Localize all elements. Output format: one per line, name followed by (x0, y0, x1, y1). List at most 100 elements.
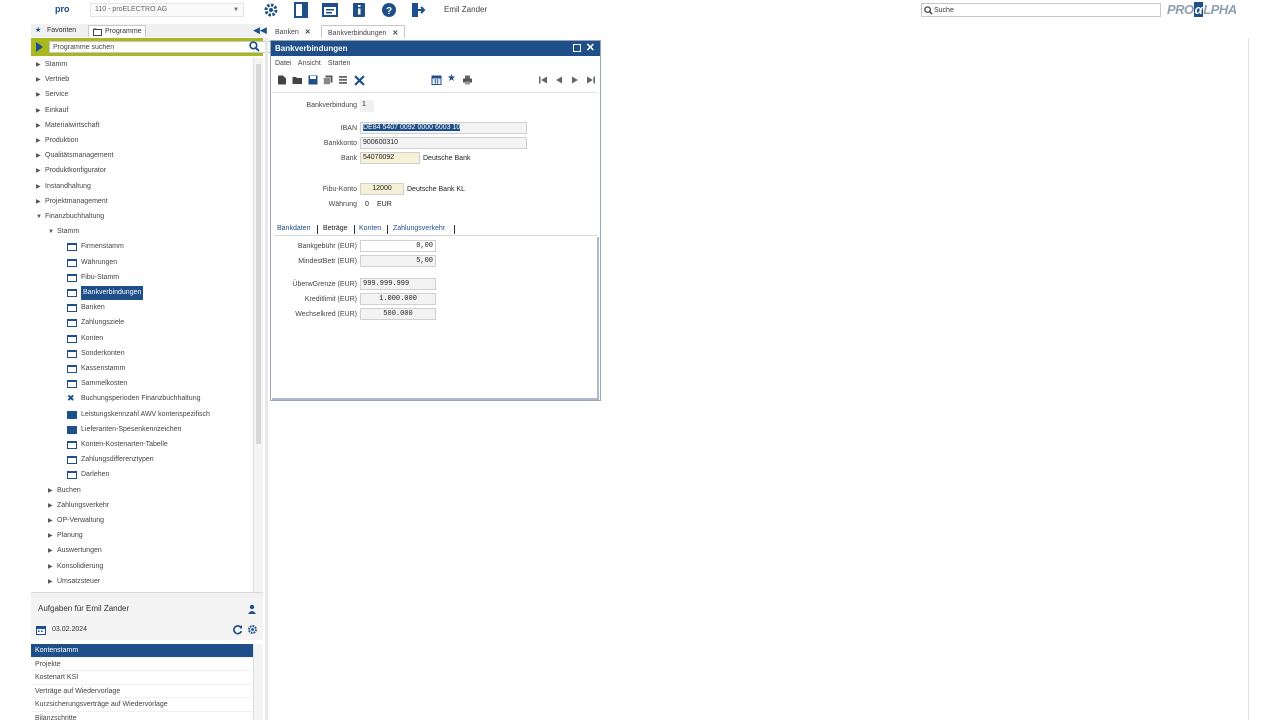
tab-favorites[interactable]: ★ Favoriten (31, 25, 79, 37)
tree-item-währungen[interactable]: Währungen (67, 256, 117, 270)
tree-item-kassenstamm[interactable]: Kassenstamm (67, 362, 125, 376)
collapsed-arrow-icon[interactable]: ▶ (48, 484, 53, 498)
close-icon[interactable]: ✕ (392, 30, 398, 37)
exit-icon[interactable] (410, 2, 426, 18)
collapsed-arrow-icon[interactable]: ▶ (36, 164, 41, 178)
iban-field[interactable]: DE84 5407 0092 0000 6003 10 (360, 122, 527, 134)
tree-item-stamm[interactable]: ▼ Stamm (48, 225, 79, 239)
expanded-arrow-icon[interactable]: ▼ (48, 225, 54, 239)
tree-item-konsolidierung[interactable]: ▶ Konsolidierung (48, 560, 103, 574)
tree-item-op-verwaltung[interactable]: ▶ OP-Verwaltung (48, 514, 104, 528)
last-record-icon[interactable] (586, 75, 596, 85)
collapsed-arrow-icon[interactable]: ▶ (48, 544, 53, 558)
maximize-icon[interactable] (573, 44, 581, 52)
collapsed-arrow-icon[interactable]: ▶ (48, 514, 53, 528)
gear-icon[interactable] (247, 624, 258, 635)
kreditlimit-field[interactable]: 1.000.000 (360, 293, 436, 305)
global-search-input[interactable] (934, 5, 1154, 15)
collapsed-arrow-icon[interactable]: ▶ (48, 560, 53, 574)
collapsed-arrow-icon[interactable]: ▶ (48, 575, 53, 589)
tree-item-produktion[interactable]: ▶ Produktion (36, 134, 78, 148)
menu-datei[interactable]: Datei (275, 60, 291, 67)
task-item[interactable]: Verträge auf Wiedervorlage (31, 685, 253, 698)
collapsed-arrow-icon[interactable]: ▶ (36, 134, 41, 148)
collapsed-arrow-icon[interactable]: ▶ (36, 119, 41, 133)
tree-item-zahlungsverkehr[interactable]: ▶ Zahlungsverkehr (48, 499, 109, 513)
tree-item-zahlungsdifferenztypen[interactable]: Zahlungsdifferenztypen (67, 453, 154, 467)
tree-item-buchungsperioden-finanzbuchhaltung[interactable]: ✖ Buchungsperioden Finanzbuchhaltung (67, 392, 200, 406)
user-icon[interactable] (247, 604, 257, 614)
task-item[interactable]: Kontenstamm (31, 644, 253, 658)
info-icon[interactable] (351, 2, 367, 18)
tree-item-stamm[interactable]: ▶ Stamm (36, 58, 67, 72)
tree-item-service[interactable]: ▶ Service (36, 88, 68, 102)
tree-item-materialwirtschaft[interactable]: ▶ Materialwirtschaft (36, 119, 99, 133)
collapsed-arrow-icon[interactable]: ▶ (48, 529, 53, 543)
expanded-arrow-icon[interactable]: ▼ (36, 210, 42, 224)
layout-icon[interactable] (293, 2, 309, 18)
collapsed-arrow-icon[interactable]: ▶ (48, 499, 53, 513)
tree-item-konten[interactable]: Konten (67, 332, 103, 346)
close-icon[interactable]: ✕ (586, 41, 595, 54)
tab-betraege[interactable]: Beträge (323, 225, 348, 232)
help-icon[interactable]: ? (381, 2, 397, 18)
refresh-icon[interactable] (232, 624, 243, 635)
obergrenze-field[interactable]: 999.999.999 (360, 278, 436, 290)
collapsed-arrow-icon[interactable]: ▶ (36, 195, 41, 209)
collapsed-arrow-icon[interactable]: ▶ (36, 73, 41, 87)
tree-item-qualitätsmanagement[interactable]: ▶ Qualitätsmanagement (36, 149, 113, 163)
tree-item-lieferanten-spesenkennzeichen[interactable]: Lieferanten-Spesenkennzeichen (67, 423, 181, 437)
tab-bankdaten[interactable]: Bankdaten (277, 225, 310, 232)
star-icon[interactable]: ★ (447, 73, 456, 84)
menu-starten[interactable]: Starten (328, 60, 351, 67)
wechselkredit-field[interactable]: 500.000 (360, 308, 436, 320)
task-item[interactable]: Kostenart KSI (31, 671, 253, 685)
tree-item-bankverbindungen[interactable]: Bankverbindungen (67, 286, 144, 300)
tasks-scrollbar[interactable] (253, 644, 263, 720)
tree-item-umsatzsteuer[interactable]: ▶ Umsatzsteuer (48, 575, 100, 589)
print-icon[interactable] (462, 75, 473, 85)
close-icon[interactable]: ✕ (305, 29, 311, 36)
tree-item-konten-kostenarten-tabelle[interactable]: Konten-Kostenarten-Tabelle (67, 438, 168, 452)
calendar-icon[interactable] (431, 75, 442, 85)
tree-scrollbar[interactable] (253, 58, 263, 592)
tab-programs[interactable]: Programme (88, 25, 146, 37)
delete-icon[interactable] (354, 75, 365, 86)
bank-field[interactable]: 54070092 (360, 152, 420, 164)
panel-icon[interactable] (322, 2, 338, 18)
previous-record-icon[interactable] (554, 75, 564, 85)
bankverbindung-field[interactable]: 1 (360, 100, 374, 112)
first-record-icon[interactable] (538, 75, 548, 85)
task-item[interactable]: Projekte (31, 658, 253, 671)
tab-zahlungsverkehr[interactable]: Zahlungsverkehr (393, 225, 445, 232)
doc-tab-bankverbindungen[interactable]: Bankverbindungen ✕ (321, 25, 406, 38)
tree-item-finanzbuchhaltung[interactable]: ▼ Finanzbuchhaltung (36, 210, 104, 224)
collapsed-arrow-icon[interactable]: ▶ (36, 58, 41, 72)
tree-item-auswertungen[interactable]: ▶ Auswertungen (48, 544, 102, 558)
collapsed-arrow-icon[interactable]: ▶ (36, 149, 41, 163)
tree-item-darlehen[interactable]: Darlehen (67, 468, 109, 482)
save-icon[interactable] (308, 75, 318, 85)
tree-item-leistungskennzahl-awv-kontenspezifisch[interactable]: Leistungskennzahl AWV kontenspezifisch (67, 408, 210, 422)
task-item[interactable]: Kurzsicherungsverträge auf Wiedervorlage (31, 698, 253, 712)
tree-item-planung[interactable]: ▶ Planung (48, 529, 83, 543)
bankkonto-field[interactable]: 900600310 (360, 137, 527, 149)
doc-tab-banken[interactable]: Banken ✕ (269, 25, 317, 38)
tree-item-produktkonfigurator[interactable]: ▶ Produktkonfigurator (36, 164, 106, 178)
gear-icon[interactable] (263, 2, 279, 18)
tree-item-instandhaltung[interactable]: ▶ Instandhaltung (36, 180, 91, 194)
collapsed-arrow-icon[interactable]: ▶ (36, 180, 41, 194)
tree-item-buchen[interactable]: ▶ Buchen (48, 484, 81, 498)
calendar-icon[interactable] (36, 625, 46, 635)
collapsed-arrow-icon[interactable]: ▶ (36, 104, 41, 118)
menu-ansicht[interactable]: Ansicht (298, 60, 321, 67)
collapsed-arrow-icon[interactable]: ▶ (36, 88, 41, 102)
tab-konten[interactable]: Konten (359, 225, 381, 232)
tree-item-einkauf[interactable]: ▶ Einkauf (36, 104, 68, 118)
copy-icon[interactable] (323, 75, 333, 85)
tree-item-vertrieb[interactable]: ▶ Vertrieb (36, 73, 69, 87)
tree-item-sonderkonten[interactable]: Sonderkonten (67, 347, 125, 361)
next-record-icon[interactable] (570, 75, 580, 85)
mindestbetrag-field[interactable]: 5,00 (360, 255, 436, 267)
waehrung-field[interactable]: 0 (365, 201, 369, 208)
